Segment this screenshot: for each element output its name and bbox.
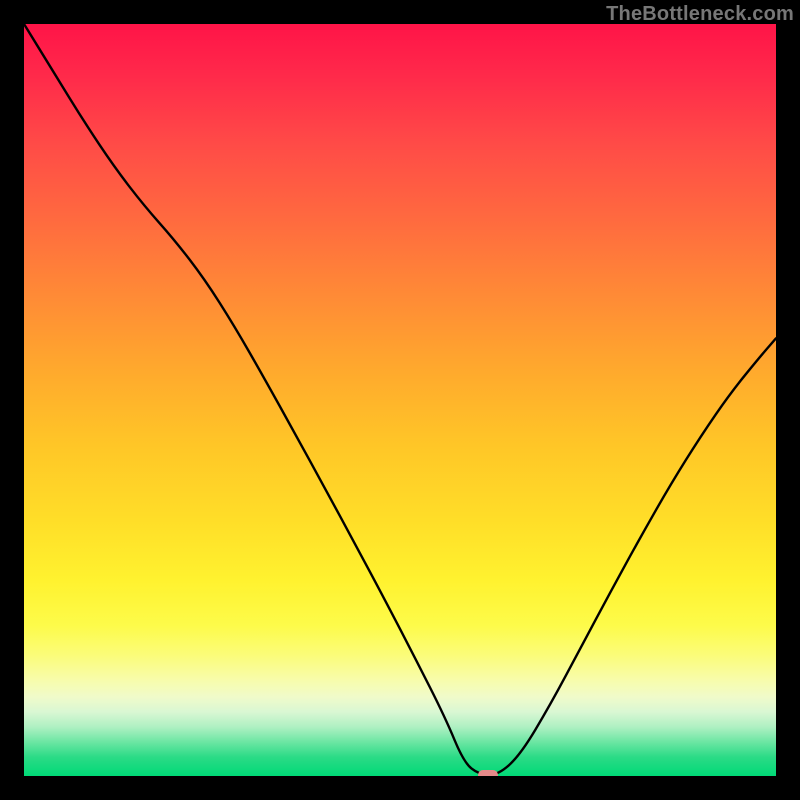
watermark-text: TheBottleneck.com	[606, 3, 794, 26]
plot-area	[24, 24, 776, 776]
optimal-point-marker	[478, 770, 498, 776]
bottleneck-curve	[24, 24, 776, 776]
chart-container: TheBottleneck.com	[0, 0, 800, 800]
